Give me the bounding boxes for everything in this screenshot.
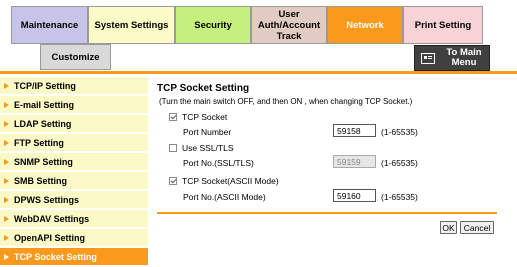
tcp-socket-label: TCP Socket: [182, 112, 228, 122]
use-ssl-checkbox[interactable]: [169, 144, 177, 152]
triangle-icon: [4, 120, 9, 127]
main-menu-icon: [421, 52, 435, 64]
tab-system-settings[interactable]: System Settings: [88, 6, 175, 44]
sidebar-item-smb[interactable]: SMB Setting: [0, 172, 148, 190]
note-text: (Turn the main switch OFF, and then ON ,…: [159, 97, 413, 106]
sidebar-item-tcpip[interactable]: TCP/IP Setting: [0, 77, 148, 95]
sidebar-item-label: TCP Socket Setting: [14, 251, 97, 262]
port-ascii-range: (1-65535): [381, 192, 418, 202]
port-ssl-input: [333, 155, 376, 168]
orange-divider: [0, 71, 517, 74]
to-main-menu-button[interactable]: To Main Menu: [414, 45, 490, 71]
tcp-socket-checkbox[interactable]: [169, 113, 177, 121]
sidebar-item-label: E-mail Setting: [14, 99, 75, 110]
tab-print-setting[interactable]: Print Setting: [403, 6, 483, 44]
triangle-icon: [4, 234, 9, 241]
sidebar-item-tcp-socket[interactable]: TCP Socket Setting: [0, 248, 148, 266]
triangle-icon: [4, 253, 9, 260]
port-ssl-label: Port No.(SSL/TLS): [183, 158, 254, 168]
cancel-button[interactable]: Cancel: [460, 221, 494, 234]
tcp-ascii-checkbox[interactable]: [169, 177, 177, 185]
page-title: TCP Socket Setting: [157, 83, 250, 94]
port-number-label: Port Number: [183, 127, 232, 137]
port-ascii-input[interactable]: [333, 189, 376, 202]
tcp-ascii-row: TCP Socket(ASCII Mode): [169, 176, 279, 186]
tcp-socket-row: TCP Socket: [169, 112, 227, 122]
port-ssl-range: (1-65535): [381, 158, 418, 168]
sidebar-item-webdav[interactable]: WebDAV Settings: [0, 210, 148, 228]
sidebar-item-label: SMB Setting: [14, 175, 67, 186]
sidebar-item-label: DPWS Settings: [14, 194, 80, 205]
ok-button[interactable]: OK: [440, 221, 457, 234]
sidebar-item-label: FTP Setting: [14, 137, 64, 148]
tab-security[interactable]: Security: [175, 6, 251, 44]
content-divider: [157, 212, 497, 214]
triangle-icon: [4, 177, 9, 184]
use-ssl-label: Use SSL/TLS: [182, 143, 234, 153]
use-ssl-row: Use SSL/TLS: [169, 143, 234, 153]
sidebar-item-dpws[interactable]: DPWS Settings: [0, 191, 148, 209]
sidebar-item-label: OpenAPI Setting: [14, 232, 86, 243]
triangle-icon: [4, 158, 9, 165]
customize-button[interactable]: Customize: [40, 44, 111, 70]
triangle-icon: [4, 101, 9, 108]
tcp-ascii-label: TCP Socket(ASCII Mode): [182, 176, 279, 186]
sidebar-item-label: WebDAV Settings: [14, 213, 90, 224]
port-number-input[interactable]: [333, 124, 376, 137]
sidebar-item-ftp[interactable]: FTP Setting: [0, 134, 148, 152]
sidebar: TCP/IP Setting E-mail Setting LDAP Setti…: [0, 77, 148, 267]
sidebar-item-email[interactable]: E-mail Setting: [0, 96, 148, 114]
tab-maintenance[interactable]: Maintenance: [11, 6, 88, 44]
sidebar-item-openapi[interactable]: OpenAPI Setting: [0, 229, 148, 247]
triangle-icon: [4, 139, 9, 146]
sidebar-item-label: SNMP Setting: [14, 156, 73, 167]
sidebar-item-snmp[interactable]: SNMP Setting: [0, 153, 148, 171]
triangle-icon: [4, 215, 9, 222]
sidebar-item-label: TCP/IP Setting: [14, 80, 76, 91]
tab-user-auth[interactable]: User Auth/Account Track: [251, 6, 327, 44]
tab-network[interactable]: Network: [327, 6, 403, 44]
port-number-range: (1-65535): [381, 127, 418, 137]
triangle-icon: [4, 82, 9, 89]
sidebar-item-ldap[interactable]: LDAP Setting: [0, 115, 148, 133]
port-ascii-label: Port No.(ASCII Mode): [183, 192, 266, 202]
triangle-icon: [4, 196, 9, 203]
sidebar-item-label: LDAP Setting: [14, 118, 72, 129]
to-main-menu-label: To Main Menu: [446, 47, 482, 68]
